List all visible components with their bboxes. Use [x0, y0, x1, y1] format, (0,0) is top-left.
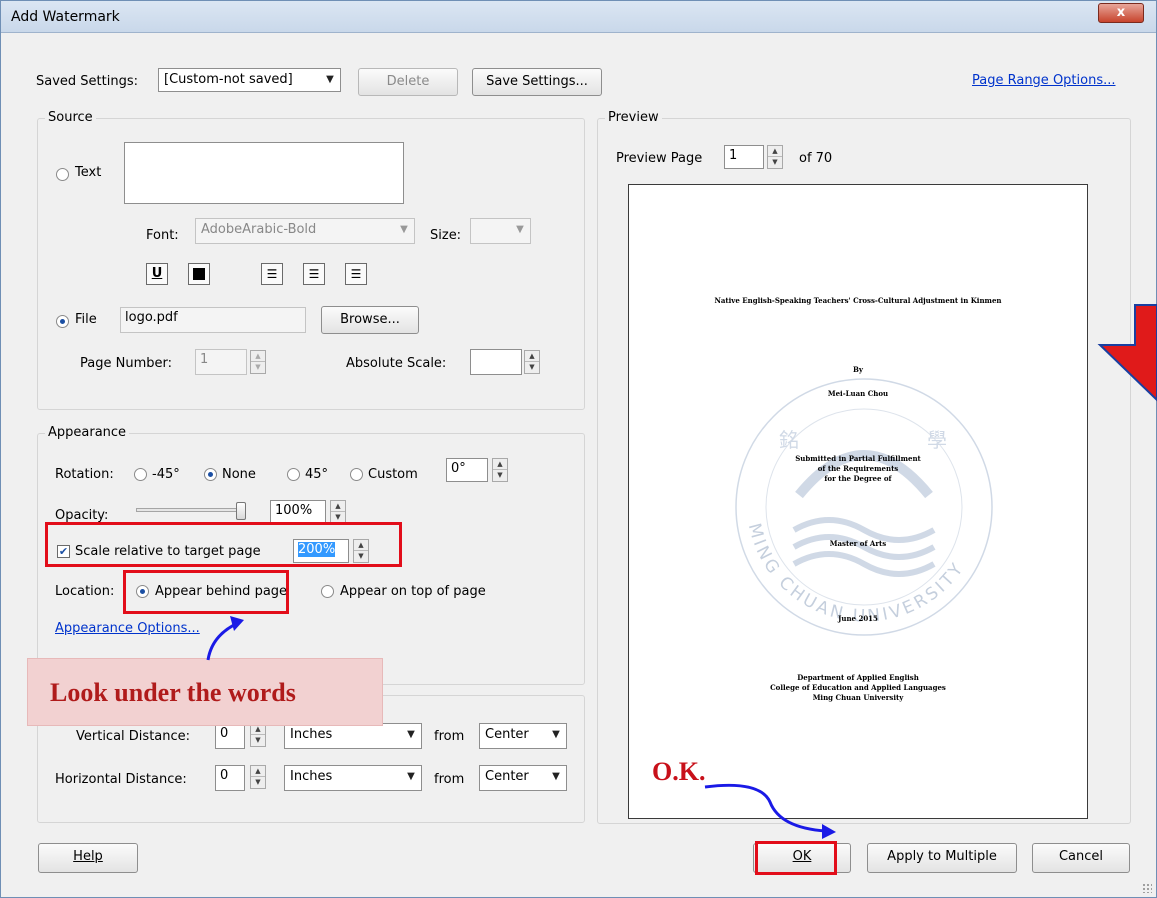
red-arrow-icon [1097, 304, 1157, 402]
annotation-arrows [206, 304, 1157, 839]
arrowhead-icon [822, 824, 836, 839]
arrowhead-icon [230, 616, 244, 631]
arrow-to-ok [704, 783, 827, 833]
